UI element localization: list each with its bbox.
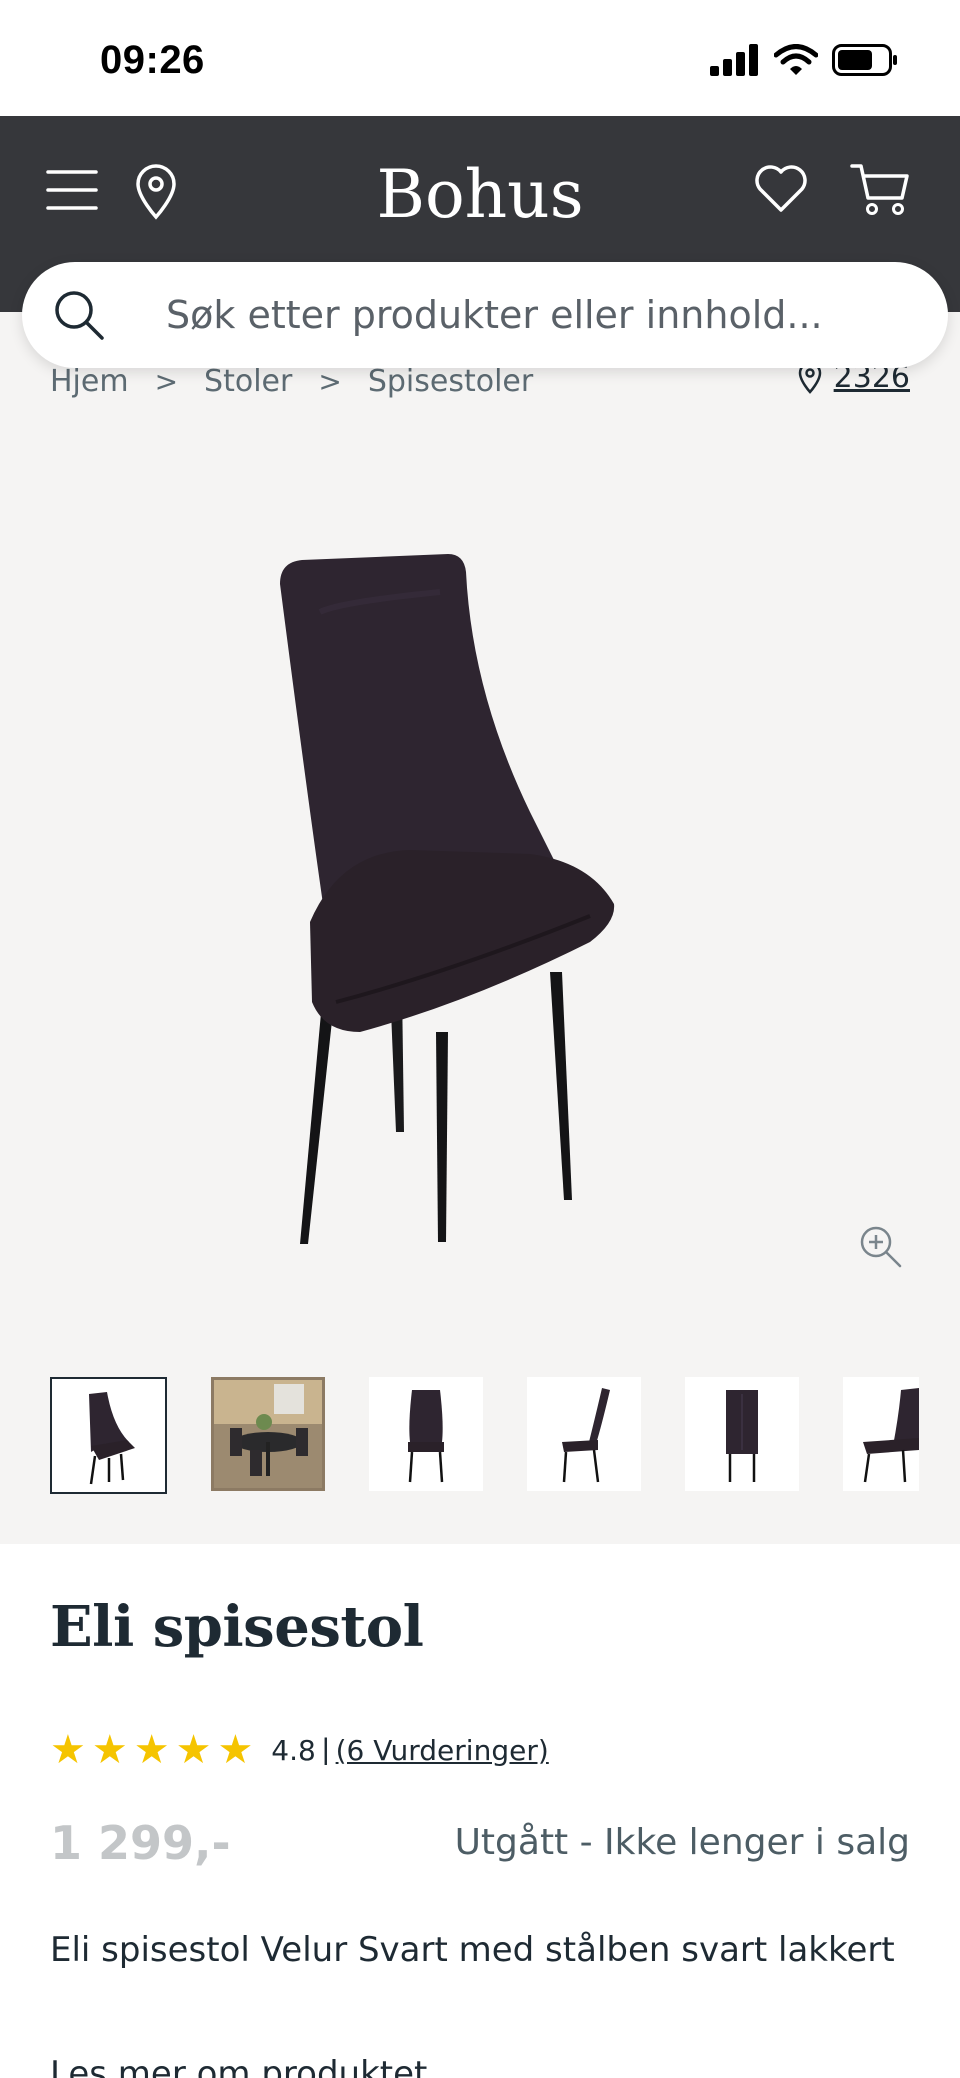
thumbnail-6[interactable] (843, 1377, 919, 1491)
rating-stars: ★ ★ ★ ★ ★ (50, 1730, 253, 1770)
product-gallery: Hjem > Stoler > Spisestoler 2326 (0, 312, 960, 1544)
product-info: Eli spisestol ★ ★ ★ ★ ★ 4.8 | (6 Vurderi… (0, 1544, 960, 2078)
availability-status: Utgått - Ikke lenger i salg (454, 1822, 910, 1863)
cellular-signal-icon (710, 44, 758, 76)
product-title: Eli spisestol (50, 1594, 424, 1660)
thumbnail-2[interactable] (211, 1377, 325, 1491)
star-icon: ★ (91, 1728, 128, 1772)
thumbnail-4[interactable] (527, 1377, 641, 1491)
reviews-link[interactable]: (6 Vurderinger) (336, 1734, 549, 1767)
search-bar[interactable] (22, 262, 948, 368)
thumbnail-1[interactable] (50, 1377, 167, 1494)
thumbnail-5[interactable] (685, 1377, 799, 1491)
star-icon: ★ (50, 1728, 86, 1772)
cart-icon[interactable] (850, 162, 910, 218)
search-icon[interactable] (52, 288, 106, 342)
bohus-logo[interactable]: Bohus (0, 156, 960, 233)
star-icon: ★ (175, 1728, 212, 1772)
heart-icon[interactable] (754, 164, 808, 214)
read-more-link[interactable]: Les mer om produktet (50, 2054, 427, 2078)
wifi-icon (774, 44, 818, 75)
breadcrumb: Hjem > Stoler > Spisestoler (50, 364, 533, 399)
product-rating: ★ ★ ★ ★ ★ 4.8 | (6 Vurderinger) (50, 1730, 549, 1770)
product-main-image[interactable] (250, 532, 710, 1252)
rating-value: 4.8 (271, 1733, 316, 1767)
thumbnail-3[interactable] (369, 1377, 483, 1491)
breadcrumb-item-home[interactable]: Hjem (50, 364, 129, 399)
product-price: 1 299,- (50, 1816, 231, 1870)
status-bar: 09:26 (0, 0, 960, 116)
breadcrumb-item-dining-chairs[interactable]: Spisestoler (368, 364, 533, 399)
rating-separator: | (321, 1733, 330, 1766)
breadcrumb-separator: > (154, 365, 179, 398)
breadcrumb-item-chairs[interactable]: Stoler (204, 364, 292, 399)
star-icon: ★ (133, 1728, 170, 1772)
zoom-icon[interactable] (858, 1224, 904, 1270)
breadcrumb-separator: > (318, 365, 342, 398)
battery-icon (832, 44, 897, 76)
status-time: 09:26 (100, 38, 205, 82)
search-input[interactable] (166, 262, 906, 368)
star-icon: ★ (217, 1728, 254, 1772)
thumbnail-strip (50, 1377, 919, 1494)
product-description: Eli spisestol Velur Svart med stålben sv… (50, 1930, 895, 1970)
status-icons (710, 44, 898, 76)
